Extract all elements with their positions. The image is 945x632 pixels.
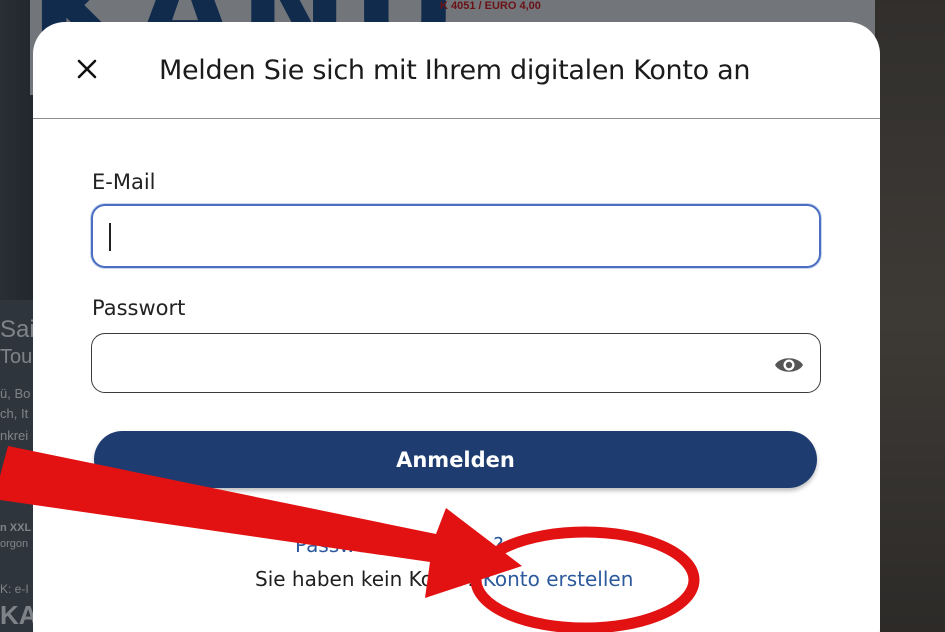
signup-prompt: Sie haben kein Konto? Konto erstellen — [255, 567, 633, 591]
signup-prompt-text: Sie haben kein Konto? — [255, 567, 483, 591]
forgot-password-link[interactable]: Passwort vergessen? — [295, 533, 504, 557]
eye-icon[interactable] — [774, 353, 804, 377]
login-dialog: Melden Sie sich mit Ihrem digitalen Kont… — [33, 22, 880, 632]
login-button[interactable]: Anmelden — [94, 431, 817, 488]
password-field[interactable] — [91, 333, 821, 393]
email-label: E-Mail — [92, 170, 156, 194]
create-account-link[interactable]: Konto erstellen — [483, 567, 634, 591]
dialog-title: Melden Sie sich mit Ihrem digitalen Kont… — [159, 55, 751, 86]
text-caret — [109, 223, 111, 251]
email-field[interactable] — [91, 204, 821, 268]
dialog-header: Melden Sie sich mit Ihrem digitalen Kont… — [33, 22, 880, 119]
close-icon[interactable] — [73, 55, 101, 83]
password-label: Passwort — [92, 296, 186, 320]
